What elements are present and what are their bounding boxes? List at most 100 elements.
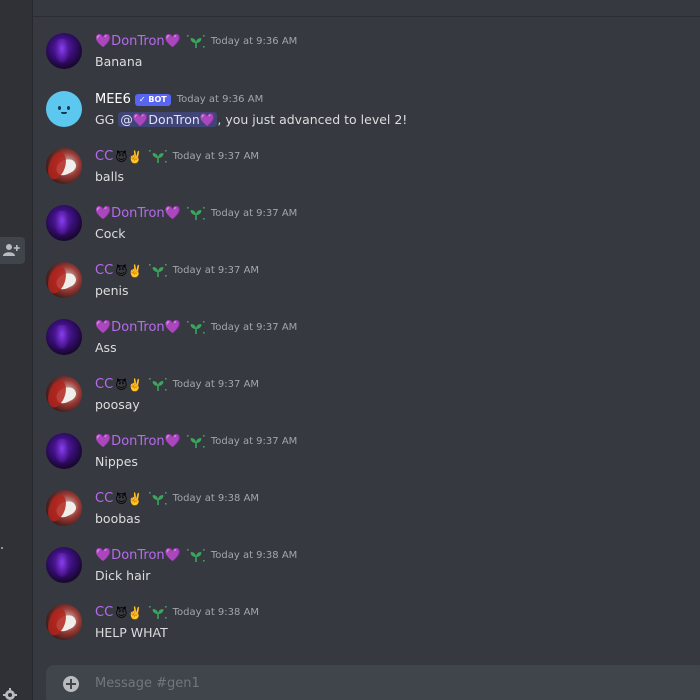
message-header: CC 😈✌️ Today at 9:37 AM — [95, 375, 259, 395]
avatar[interactable] — [46, 376, 82, 412]
message-row[interactable]: 💜DonTron💜 Today at 9:37 AM Ass — [33, 318, 700, 368]
add-member-icon — [3, 244, 20, 256]
avatar-mouth — [61, 112, 67, 114]
timestamp: Today at 9:36 AM — [176, 94, 264, 105]
username-emoji: 😈✌️ — [115, 606, 143, 620]
message-input[interactable] — [95, 673, 655, 693]
username[interactable]: 💜DonTron💜 — [95, 204, 181, 224]
username-emoji: 😈✌️ — [115, 150, 143, 164]
username[interactable]: CC — [95, 261, 113, 281]
plus-circle-icon[interactable] — [63, 676, 79, 692]
message-header: 💜DonTron💜 Today at 9:36 AM — [95, 32, 297, 52]
message-content: Dick hair — [95, 568, 151, 583]
message-row[interactable]: CC 😈✌️ Today at 9:38 AM boobas — [33, 489, 700, 539]
avatar[interactable] — [46, 604, 82, 640]
message-header: CC 😈✌️ Today at 9:38 AM — [95, 603, 259, 623]
sprout-icon[interactable] — [148, 150, 167, 164]
sprout-icon[interactable] — [148, 492, 167, 506]
message-header: 💜DonTron💜 Today at 9:38 AM — [95, 546, 297, 566]
avatar[interactable] — [46, 148, 82, 184]
sprout-icon[interactable] — [148, 264, 167, 278]
timestamp: Today at 9:37 AM — [172, 151, 260, 162]
message-header: CC 😈✌️ Today at 9:38 AM — [95, 489, 259, 509]
sprout-icon[interactable] — [186, 35, 205, 49]
sprout-icon[interactable] — [186, 435, 205, 449]
sprout-icon[interactable] — [186, 321, 205, 335]
chat-area: 💜DonTron💜 Today at 9:36 AM Banana MEE6 ✓ BOT… — [33, 0, 700, 700]
gear-icon[interactable] — [3, 688, 17, 700]
message-row[interactable]: 💜DonTron💜 Today at 9:37 AM Nippes — [33, 432, 700, 482]
message-row[interactable]: 💜DonTron💜 Today at 9:36 AM Banana — [33, 32, 700, 82]
timestamp: Today at 9:38 AM — [172, 493, 260, 504]
sprout-icon[interactable] — [148, 378, 167, 392]
message-content: Banana — [95, 54, 143, 69]
avatar[interactable] — [46, 547, 82, 583]
avatar-eye — [58, 106, 61, 110]
username[interactable]: 💜DonTron💜 — [95, 32, 181, 52]
sidebar-marker — [1, 547, 3, 549]
message-header: 💜DonTron💜 Today at 9:37 AM — [95, 204, 297, 224]
timestamp: Today at 9:38 AM — [210, 550, 298, 561]
avatar-eye — [67, 106, 70, 110]
message-header: 💜DonTron💜 Today at 9:37 AM — [95, 432, 297, 452]
discord-window: 💜DonTron💜 Today at 9:36 AM Banana MEE6 ✓ BOT… — [0, 0, 700, 700]
message-content: boobas — [95, 511, 141, 526]
message-content: balls — [95, 169, 125, 184]
message-row[interactable]: 💜DonTron💜 Today at 9:38 AM Dick hair — [33, 546, 700, 596]
channel-sidebar-edge — [0, 0, 33, 700]
avatar[interactable] — [46, 433, 82, 469]
message-content: GG @💜DonTron💜, you just advanced to leve… — [95, 112, 407, 128]
message-content: penis — [95, 283, 129, 298]
timestamp: Today at 9:37 AM — [210, 436, 298, 447]
bot-badge: ✓ BOT — [134, 94, 171, 106]
message-text: GG — [95, 112, 119, 127]
timestamp: Today at 9:37 AM — [172, 265, 260, 276]
sprout-icon[interactable] — [186, 207, 205, 221]
avatar[interactable] — [46, 490, 82, 526]
username[interactable]: CC — [95, 603, 113, 623]
username[interactable]: 💜DonTron💜 — [95, 318, 181, 338]
username-emoji: 😈✌️ — [115, 492, 143, 506]
message-row[interactable]: CC 😈✌️ Today at 9:37 AM poosay — [33, 375, 700, 425]
message-header: CC 😈✌️ Today at 9:37 AM — [95, 261, 259, 281]
timestamp: Today at 9:37 AM — [210, 208, 298, 219]
message-row[interactable]: CC 😈✌️ Today at 9:37 AM balls — [33, 147, 700, 197]
username-emoji: 😈✌️ — [115, 264, 143, 278]
message-content: Ass — [95, 340, 117, 355]
message-text: , you just advanced to level 2! — [217, 112, 408, 127]
header-divider — [33, 16, 700, 17]
message-content: Cock — [95, 226, 126, 241]
username[interactable]: 💜DonTron💜 — [95, 432, 181, 452]
message-row[interactable]: CC 😈✌️ Today at 9:38 AM HELP WHAT — [33, 603, 700, 653]
username[interactable]: 💜DonTron💜 — [95, 546, 181, 566]
timestamp: Today at 9:36 AM — [210, 36, 298, 47]
avatar[interactable] — [46, 205, 82, 241]
message-row[interactable]: MEE6 ✓ BOT Today at 9:36 AM GG @💜DonTron💜, … — [33, 90, 700, 140]
avatar[interactable] — [46, 91, 82, 127]
timestamp: Today at 9:38 AM — [172, 607, 260, 618]
sprout-icon[interactable] — [148, 606, 167, 620]
username[interactable]: CC — [95, 489, 113, 509]
message-composer — [46, 665, 700, 700]
message-header: 💜DonTron💜 Today at 9:37 AM — [95, 318, 297, 338]
message-content: poosay — [95, 397, 140, 412]
user-mention[interactable]: @💜DonTron💜 — [118, 112, 218, 127]
timestamp: Today at 9:37 AM — [210, 322, 298, 333]
message-row[interactable]: CC 😈✌️ Today at 9:37 AM penis — [33, 261, 700, 311]
username[interactable]: CC — [95, 147, 113, 167]
username[interactable]: CC — [95, 375, 113, 395]
sprout-icon[interactable] — [186, 549, 205, 563]
avatar[interactable] — [46, 262, 82, 298]
avatar[interactable] — [46, 319, 82, 355]
cut-off-text — [47, 0, 68, 4]
message-content: HELP WHAT — [95, 625, 168, 640]
message-row[interactable]: 💜DonTron💜 Today at 9:37 AM Cock — [33, 204, 700, 254]
message-header: CC 😈✌️ Today at 9:37 AM — [95, 147, 259, 167]
avatar[interactable] — [46, 33, 82, 69]
username[interactable]: MEE6 — [95, 90, 131, 110]
username-emoji: 😈✌️ — [115, 378, 143, 392]
message-content: Nippes — [95, 454, 138, 469]
add-member-button[interactable] — [0, 237, 25, 264]
message-header: MEE6 ✓ BOT Today at 9:36 AM — [95, 90, 263, 110]
timestamp: Today at 9:37 AM — [172, 379, 260, 390]
